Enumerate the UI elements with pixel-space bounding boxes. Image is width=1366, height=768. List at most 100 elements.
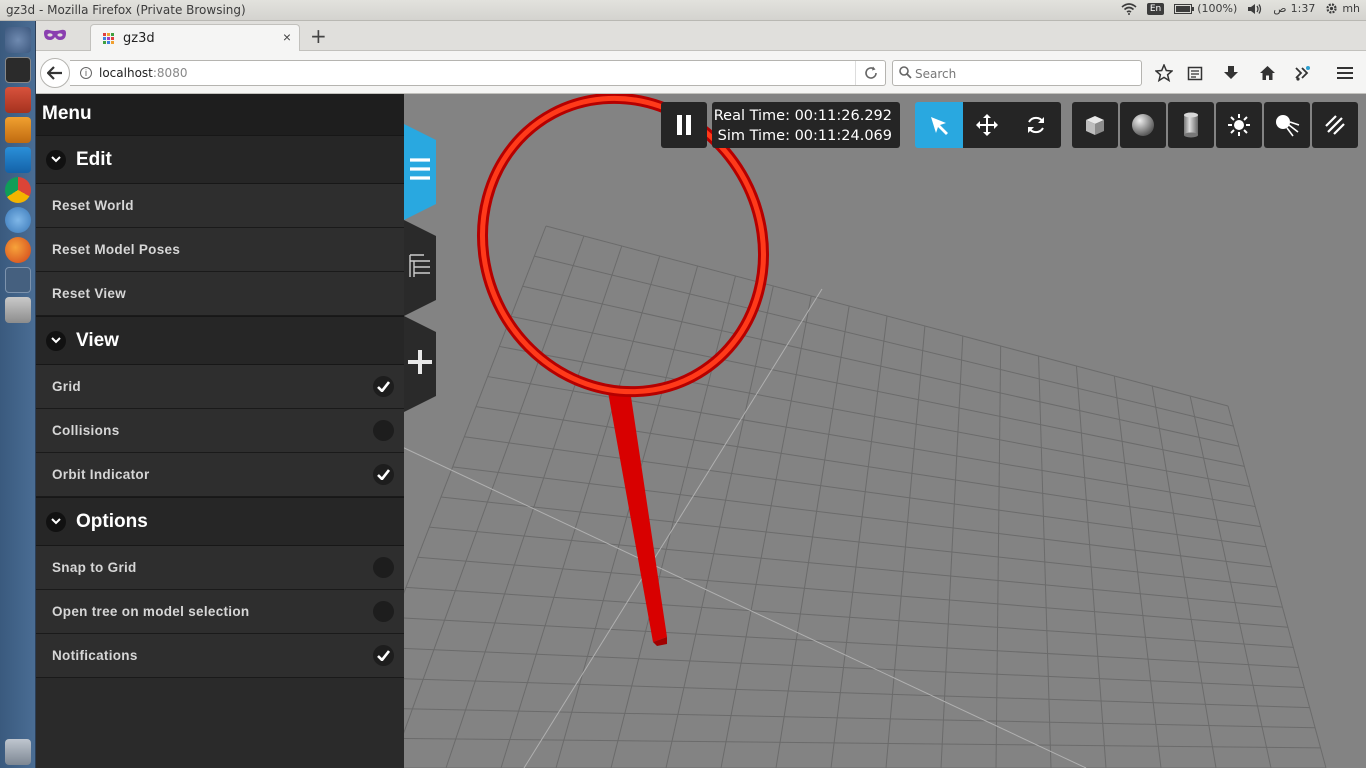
insert-cylinder-button[interactable]	[1168, 102, 1214, 148]
firefox-icon[interactable]	[5, 237, 31, 263]
grid-toggle[interactable]	[373, 376, 394, 397]
menu-item-reset-world[interactable]: Reset World	[36, 184, 404, 228]
bookmark-star-button[interactable]	[1153, 62, 1175, 84]
hamburger-menu-icon	[1337, 67, 1353, 79]
menu-item-notifications[interactable]: Notifications	[36, 634, 404, 678]
tab-close-button[interactable]: ×	[283, 29, 291, 45]
battery-indicator[interactable]: (100%)	[1174, 2, 1237, 15]
wifi-icon[interactable]	[1121, 2, 1137, 15]
grid-line	[440, 496, 1278, 588]
chevron-down-icon	[46, 330, 66, 351]
private-browsing-mask-icon	[44, 29, 66, 40]
chrome-icon[interactable]	[5, 177, 31, 203]
grid-line	[1113, 375, 1162, 768]
gz3d-viewport[interactable]: Menu Edit Reset World Reset Model Poses …	[36, 94, 1366, 768]
tab-title: gz3d	[123, 31, 155, 46]
tree-tab[interactable]	[404, 220, 436, 316]
clipboard-icon	[1187, 66, 1203, 81]
vscode-icon[interactable]	[5, 147, 31, 173]
insert-directional-light-button[interactable]	[1312, 102, 1358, 148]
collisions-toggle[interactable]	[373, 420, 394, 441]
sim-time: Sim Time: 00:11:24.069	[717, 128, 892, 144]
search-input[interactable]	[915, 65, 1135, 83]
downloads-button[interactable]	[1220, 62, 1242, 84]
rotate-icon	[1028, 116, 1044, 134]
section-options[interactable]: Options	[36, 497, 404, 546]
terminal-icon[interactable]	[5, 57, 31, 83]
session-menu[interactable]: mh	[1325, 2, 1360, 15]
grid-line	[382, 647, 1305, 689]
menu-item-label: Notifications	[52, 648, 138, 663]
chromium-icon[interactable]	[5, 207, 31, 233]
menu-item-orbit-indicator[interactable]: Orbit Indicator	[36, 453, 404, 497]
insert-tab[interactable]	[404, 316, 436, 412]
main-menu-button[interactable]	[1334, 62, 1356, 84]
menu-tab[interactable]	[404, 124, 436, 220]
pause-button[interactable]	[661, 102, 707, 148]
battery-percentage: (100%)	[1197, 2, 1238, 15]
insert-spot-light-button[interactable]	[1264, 102, 1310, 148]
grid-line	[429, 526, 1283, 608]
sun-light-icon	[1228, 114, 1250, 136]
menu-item-reset-model-poses[interactable]: Reset Model Poses	[36, 228, 404, 272]
notifications-toggle[interactable]	[373, 645, 394, 666]
volume-icon[interactable]	[1247, 3, 1263, 15]
reading-list-button[interactable]	[1184, 62, 1206, 84]
grid-line	[359, 707, 1316, 729]
menu-item-label: Open tree on model selection	[52, 604, 250, 619]
select-mode-button[interactable]	[915, 102, 963, 148]
disk-icon[interactable]	[5, 297, 31, 323]
menu-item-reset-view[interactable]: Reset View	[36, 272, 404, 316]
section-edit[interactable]: Edit	[36, 135, 404, 184]
insert-sphere-button[interactable]	[1120, 102, 1166, 148]
star-icon	[1155, 64, 1173, 82]
sublime-text-icon[interactable]	[5, 117, 31, 143]
menu-item-snap-to-grid[interactable]: Snap to Grid	[36, 546, 404, 590]
home-button[interactable]	[1256, 62, 1278, 84]
clock-time: 1:37	[1290, 2, 1316, 15]
translate-mode-button[interactable]	[963, 102, 1011, 148]
workspace-switcher-icon[interactable]	[5, 267, 31, 293]
url-text[interactable]: localhost:8080	[99, 66, 187, 80]
navigation-bar: i localhost:8080	[36, 51, 1366, 94]
grid-favicon-icon	[103, 33, 114, 44]
pause-icon	[677, 115, 691, 135]
rotate-mode-button[interactable]	[1011, 102, 1061, 148]
user-name: mh	[1342, 2, 1360, 15]
orbit-indicator-toggle[interactable]	[373, 464, 394, 485]
url-port: :8080	[152, 66, 188, 80]
insert-point-light-button[interactable]	[1216, 102, 1262, 148]
menu-item-grid[interactable]: Grid	[36, 365, 404, 409]
menu-item-collisions[interactable]: Collisions	[36, 409, 404, 453]
keyboard-language-indicator[interactable]: En	[1146, 2, 1165, 15]
section-view[interactable]: View	[36, 316, 404, 365]
window-title: gz3d - Mozilla Firefox (Private Browsing…	[6, 3, 246, 17]
grid-line	[394, 616, 1299, 668]
ground-grid	[335, 225, 1327, 768]
menu-title: Menu	[36, 94, 404, 135]
search-bar[interactable]	[892, 60, 1142, 86]
spot-light-icon	[1276, 115, 1300, 137]
files-icon[interactable]	[5, 87, 31, 113]
reload-icon	[864, 66, 877, 79]
new-tab-button[interactable]: +	[310, 24, 327, 48]
menu-item-label: Orbit Indicator	[52, 467, 150, 482]
menu-item-open-tree[interactable]: Open tree on model selection	[36, 590, 404, 634]
reload-button[interactable]	[855, 61, 885, 85]
info-icon[interactable]: i	[80, 67, 92, 79]
box-icon	[1086, 116, 1104, 135]
trash-icon[interactable]	[5, 739, 31, 765]
open-tree-toggle[interactable]	[373, 601, 394, 622]
snap-to-grid-toggle[interactable]	[373, 557, 394, 578]
checkmark-icon	[377, 381, 390, 392]
extension-button[interactable]	[1291, 62, 1313, 84]
back-button[interactable]	[40, 58, 70, 88]
clock[interactable]: ص 1:37	[1273, 2, 1315, 15]
url-bar[interactable]: i localhost:8080	[70, 60, 886, 86]
tab-gz3d[interactable]: gz3d ×	[90, 24, 300, 52]
os-top-panel: gz3d - Mozilla Firefox (Private Browsing…	[0, 0, 1366, 21]
insert-box-button[interactable]	[1072, 102, 1118, 148]
side-menu: Menu Edit Reset World Reset Model Poses …	[36, 94, 404, 768]
home-icon	[1259, 66, 1275, 80]
dash-home-icon[interactable]	[5, 27, 31, 53]
